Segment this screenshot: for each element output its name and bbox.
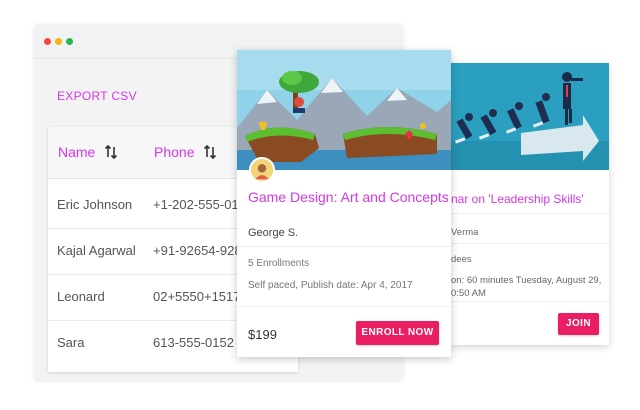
divider: [237, 306, 451, 307]
close-window-dot[interactable]: [44, 38, 51, 45]
sort-icon[interactable]: [203, 144, 217, 160]
phone-cell: +1-202-555-014: [153, 197, 246, 212]
game-design-illustration: [237, 50, 451, 170]
join-button[interactable]: JOIN: [558, 313, 599, 335]
divider: [451, 243, 609, 244]
webinar-host: Verma: [451, 227, 479, 238]
enroll-now-button[interactable]: ENROLL NOW: [356, 321, 439, 345]
divider: [451, 213, 609, 214]
phone-cell: +91-92654-928: [153, 243, 242, 258]
phone-column-header[interactable]: Phone: [154, 144, 217, 160]
course-author: George S.: [248, 227, 299, 239]
name-cell: Kajal Agarwal: [57, 243, 136, 258]
export-csv-button[interactable]: EXPORT CSV: [57, 89, 137, 103]
leadership-illustration: [451, 63, 609, 170]
maximize-window-dot[interactable]: [66, 38, 73, 45]
divider: [451, 301, 609, 302]
course-price: $199: [248, 327, 277, 342]
course-card[interactable]: Game Design: Art and Concepts George S. …: [237, 50, 451, 357]
enrollment-count: 5 Enrollments: [248, 258, 310, 269]
phone-cell: 613-555-0152: [153, 335, 234, 350]
divider: [237, 246, 451, 247]
webinar-title[interactable]: nar on 'Leadership Skills': [451, 192, 584, 206]
name-column-header[interactable]: Name: [58, 144, 118, 160]
phone-cell: 02+5550+1517: [153, 289, 241, 304]
author-avatar[interactable]: [249, 157, 275, 183]
webinar-attendees: dees: [451, 254, 472, 265]
sort-icon[interactable]: [104, 144, 118, 160]
course-title[interactable]: Game Design: Art and Concepts: [248, 189, 449, 205]
webinar-time: 0:50 AM: [451, 288, 486, 299]
name-cell: Sara: [57, 335, 85, 350]
name-header-label: Name: [58, 144, 96, 160]
name-cell: Eric Johnson: [57, 197, 133, 212]
minimize-window-dot[interactable]: [55, 38, 62, 45]
webinar-card[interactable]: nar on 'Leadership Skills' Verma dees on…: [451, 63, 609, 345]
webinar-duration: on: 60 minutes Tuesday, August 29,: [451, 275, 602, 286]
user-avatar-icon: [251, 159, 273, 181]
name-cell: Leonard: [57, 289, 105, 304]
course-schedule: Self paced, Publish date: Apr 4, 2017: [248, 280, 413, 291]
phone-header-label: Phone: [154, 144, 195, 160]
